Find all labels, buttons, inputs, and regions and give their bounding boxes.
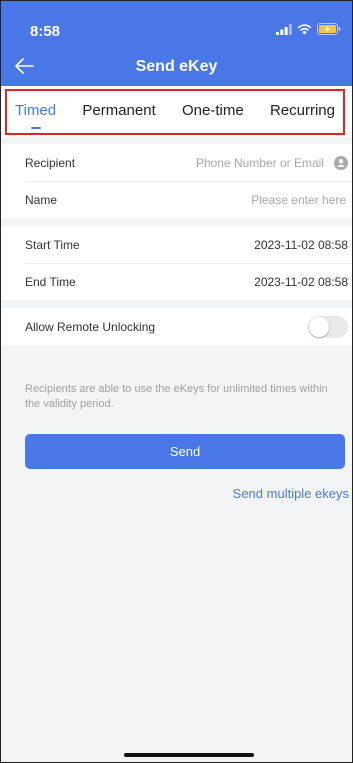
name-row: Name xyxy=(0,181,353,218)
battery-charging-icon xyxy=(317,23,341,35)
signal-icon xyxy=(276,23,292,35)
start-time-label: Start Time xyxy=(25,237,80,252)
toggle-knob xyxy=(309,316,329,337)
remote-unlocking-toggle[interactable] xyxy=(308,315,348,338)
start-time-value[interactable]: 2023-11-02 08:58 xyxy=(254,238,348,252)
status-icons xyxy=(276,23,341,35)
app-header: 8:58 Send eKey xyxy=(0,0,353,86)
recipient-label: Recipient xyxy=(25,155,76,170)
remote-section: Allow Remote Unlocking xyxy=(0,308,353,345)
remote-unlocking-row: Allow Remote Unlocking xyxy=(0,308,353,345)
name-label: Name xyxy=(25,192,58,207)
contact-icon[interactable] xyxy=(334,155,348,170)
remote-unlocking-label: Allow Remote Unlocking xyxy=(25,319,156,334)
end-time-label: End Time xyxy=(25,274,76,289)
section-divider xyxy=(0,137,353,144)
tab-permanent[interactable]: Permanent xyxy=(74,91,163,133)
section-divider xyxy=(0,300,353,308)
time-section: Start Time 2023-11-02 08:58 End Time 202… xyxy=(0,226,353,300)
section-divider xyxy=(0,218,353,226)
send-button[interactable]: Send xyxy=(25,434,345,469)
end-time-row[interactable]: End Time 2023-11-02 08:58 xyxy=(0,263,353,300)
recipient-row: Recipient xyxy=(0,144,353,181)
page-title: Send eKey xyxy=(135,58,218,75)
recipient-input[interactable] xyxy=(172,154,326,171)
home-indicator xyxy=(124,753,254,757)
status-time: 8:58 xyxy=(30,23,61,40)
name-input[interactable] xyxy=(204,191,348,208)
wifi-icon xyxy=(297,23,312,34)
end-time-value[interactable]: 2023-11-02 08:58 xyxy=(254,275,348,289)
tab-recurring[interactable]: Recurring xyxy=(262,91,343,133)
tab-one-time[interactable]: One-time xyxy=(174,91,252,133)
recipient-section: Recipient Name xyxy=(0,144,353,218)
tab-timed[interactable]: Timed xyxy=(7,91,64,133)
start-time-row[interactable]: Start Time 2023-11-02 08:58 xyxy=(0,226,353,263)
send-multiple-link[interactable]: Send multiple ekeys xyxy=(233,486,349,501)
ekey-type-tabs: Timed Permanent One-time Recurring xyxy=(5,89,345,135)
validity-info-text: Recipients are able to use the eKeys for… xyxy=(25,383,328,410)
